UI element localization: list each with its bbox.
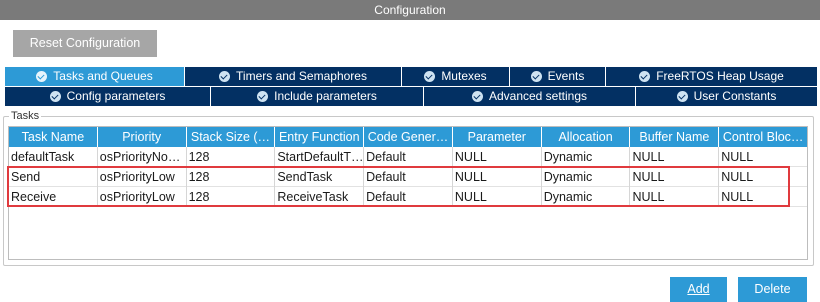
table-cell: osPriorityLow xyxy=(98,167,187,187)
table-cell: NULL xyxy=(453,167,542,187)
table-cell: ReceiveTask xyxy=(275,187,365,207)
tasks-table: Task Name Priority Stack Size (… Entry F… xyxy=(8,126,808,260)
tab-label: FreeRTOS Heap Usage xyxy=(656,69,784,83)
column-header-stack-size[interactable]: Stack Size (… xyxy=(186,127,276,147)
table-cell: NULL xyxy=(630,167,720,187)
tab-bar-secondary: Config parameters Include parameters Adv… xyxy=(5,87,817,106)
column-header-task-name[interactable]: Task Name xyxy=(9,127,98,147)
tab-label: User Constants xyxy=(693,89,777,103)
table-cell: Default xyxy=(364,147,453,167)
column-header-code-generation[interactable]: Code Gener… xyxy=(364,127,453,147)
table-cell: NULL xyxy=(721,190,754,204)
tab-tasks-and-queues[interactable]: Tasks and Queues xyxy=(5,67,184,86)
table-cell: Default xyxy=(364,167,453,187)
table-header-row: Task Name Priority Stack Size (… Entry F… xyxy=(9,127,808,147)
column-header-parameter[interactable]: Parameter xyxy=(452,127,542,147)
tab-freertos-heap-usage[interactable]: FreeRTOS Heap Usage xyxy=(606,67,817,86)
column-header-control-block[interactable]: Control Bloc… xyxy=(719,127,808,147)
window-title: Configuration xyxy=(0,0,820,20)
tab-advanced-settings[interactable]: Advanced settings xyxy=(424,87,635,106)
tab-mutexes[interactable]: Mutexes xyxy=(402,67,509,86)
table-row[interactable]: Receive osPriorityLow 128 ReceiveTask De… xyxy=(9,187,807,207)
column-header-priority[interactable]: Priority xyxy=(97,127,187,147)
table-row[interactable]: Send osPriorityLow 128 SendTask Default … xyxy=(9,167,807,187)
reset-configuration-button[interactable]: Reset Configuration xyxy=(13,30,157,57)
check-circle-icon xyxy=(257,91,269,102)
table-cell: NULL xyxy=(630,187,720,207)
table-cell: NULL xyxy=(453,187,542,207)
check-circle-icon xyxy=(49,91,61,102)
tab-include-parameters[interactable]: Include parameters xyxy=(211,87,423,106)
table-cell: Receive xyxy=(9,187,98,207)
tab-bar-primary: Tasks and Queues Timers and Semaphores M… xyxy=(5,67,817,86)
tab-label: Events xyxy=(547,69,585,83)
tab-user-constants[interactable]: User Constants xyxy=(636,87,817,106)
check-circle-icon xyxy=(36,71,48,82)
table-cell: NULL xyxy=(453,147,542,167)
table-cell: Send xyxy=(9,167,98,187)
table-cell: Dynamic xyxy=(542,187,631,207)
table-cell: osPriorityNo… xyxy=(98,147,187,167)
table-cell: osPriorityLow xyxy=(98,187,187,207)
table-cell: Default xyxy=(364,187,453,207)
table-cell: defaultTask xyxy=(9,147,98,167)
table-cell: SendTask xyxy=(275,167,365,187)
tab-timers-and-semaphores[interactable]: Timers and Semaphores xyxy=(185,67,401,86)
tab-label: Tasks and Queues xyxy=(53,69,153,83)
tab-config-parameters[interactable]: Config parameters xyxy=(5,87,210,106)
check-circle-icon xyxy=(471,91,483,102)
column-header-entry-function[interactable]: Entry Function xyxy=(275,127,365,147)
check-circle-icon xyxy=(676,91,688,102)
column-header-buffer-name[interactable]: Buffer Name xyxy=(630,127,720,147)
table-row[interactable]: defaultTask osPriorityNo… 128 StartDefau… xyxy=(9,147,807,167)
tab-label: Config parameters xyxy=(66,89,166,103)
table-cell: NULL xyxy=(630,147,720,167)
table-cell: Dynamic xyxy=(542,167,631,187)
check-circle-icon xyxy=(530,71,542,82)
add-button-label: Add xyxy=(687,282,710,296)
table-cell: 128 xyxy=(187,187,276,207)
table-cell: 128 xyxy=(187,147,276,167)
table-cell: StartDefaultT… xyxy=(275,147,365,167)
table-cell: 128 xyxy=(187,167,276,187)
check-circle-icon xyxy=(639,71,651,82)
table-cell: NULL xyxy=(721,150,754,164)
column-header-allocation[interactable]: Allocation xyxy=(541,127,631,147)
check-circle-icon xyxy=(219,71,231,82)
tab-events[interactable]: Events xyxy=(510,67,605,86)
check-circle-icon xyxy=(424,71,436,82)
tab-label: Advanced settings xyxy=(488,89,588,103)
table-cell: Dynamic xyxy=(542,147,631,167)
tasks-group-label: Tasks xyxy=(9,110,42,122)
table-cell: NULL xyxy=(721,170,754,184)
tab-label: Timers and Semaphores xyxy=(236,69,367,83)
tab-label: Include parameters xyxy=(274,89,377,103)
tab-label: Mutexes xyxy=(441,69,487,83)
add-task-button[interactable]: Add xyxy=(670,277,727,302)
delete-task-button[interactable]: Delete xyxy=(738,277,807,302)
